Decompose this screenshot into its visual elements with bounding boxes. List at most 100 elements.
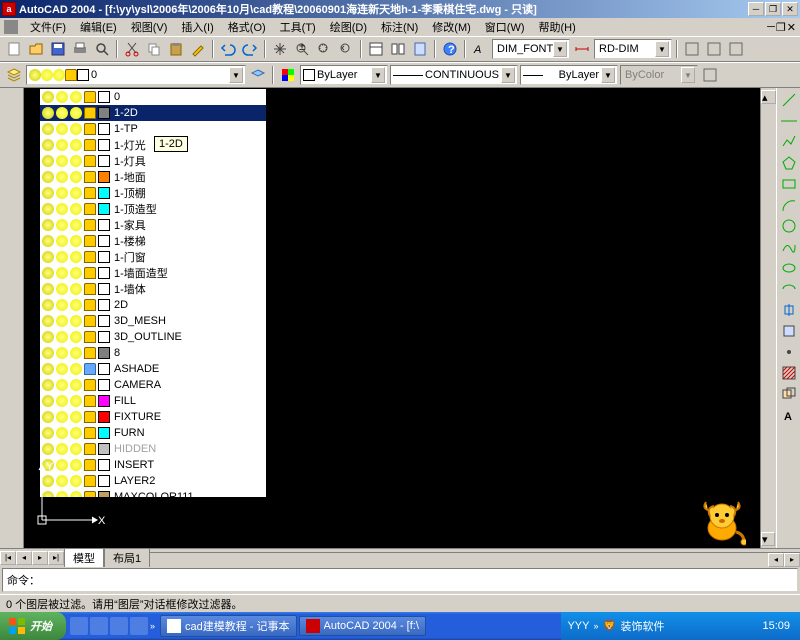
tab-layout1[interactable]: 布局1 xyxy=(104,548,150,567)
vertical-scrollbar[interactable]: ▴ ▾ xyxy=(760,88,776,548)
menu-insert[interactable]: 插入(I) xyxy=(175,17,219,37)
open-button[interactable] xyxy=(26,39,46,59)
dim-style-combo[interactable]: DIM_FONT▼ xyxy=(492,39,570,59)
tray-icon-4[interactable] xyxy=(704,619,718,633)
layer-row[interactable]: FURN xyxy=(40,425,266,441)
chevron-down-icon[interactable]: ▼ xyxy=(655,41,669,57)
tray-icon-6[interactable] xyxy=(740,619,754,633)
layer-row[interactable]: INSERT xyxy=(40,457,266,473)
scroll-up-button[interactable]: ▴ xyxy=(761,90,776,104)
ql-icon-3[interactable] xyxy=(110,617,128,635)
layer-row[interactable]: 3D_OUTLINE xyxy=(40,329,266,345)
spline-tool[interactable] xyxy=(779,237,799,257)
redo-button[interactable] xyxy=(240,39,260,59)
tb-extra3[interactable] xyxy=(726,39,746,59)
region-tool[interactable] xyxy=(779,384,799,404)
line-tool[interactable] xyxy=(779,90,799,110)
menu-window[interactable]: 窗口(W) xyxy=(479,17,531,37)
maximize-button[interactable]: ❐ xyxy=(765,2,781,16)
tool-pal-button[interactable] xyxy=(410,39,430,59)
arc-tool[interactable] xyxy=(779,195,799,215)
cut-button[interactable] xyxy=(122,39,142,59)
layer-row[interactable]: 3D_MESH xyxy=(40,313,266,329)
dim-style-icon[interactable]: A xyxy=(470,39,490,59)
layer-row[interactable]: 0 xyxy=(40,89,266,105)
mdi-sys-icon[interactable] xyxy=(4,20,18,34)
color-combo[interactable]: ByLayer▼ xyxy=(300,65,388,85)
color-button[interactable] xyxy=(278,65,298,85)
layer-row[interactable]: 1-墙面造型 xyxy=(40,265,266,281)
tray-overflow[interactable]: » xyxy=(593,621,598,631)
tray-icon-2[interactable] xyxy=(668,619,682,633)
zoom-win-button[interactable] xyxy=(314,39,334,59)
hscroll-right[interactable]: ▸ xyxy=(784,553,800,567)
chevron-down-icon[interactable]: ▼ xyxy=(601,67,615,83)
layer-row[interactable]: 1-TP xyxy=(40,121,266,137)
ql-icon-4[interactable] xyxy=(130,617,148,635)
menu-dim[interactable]: 标注(N) xyxy=(375,17,424,37)
print-button[interactable] xyxy=(70,39,90,59)
layer-prev-button[interactable] xyxy=(248,65,268,85)
point-tool[interactable] xyxy=(779,342,799,362)
layer-row[interactable]: MAXCOLOR111 xyxy=(40,489,266,498)
lang-indicator[interactable]: YYY xyxy=(567,620,589,632)
hscroll-left[interactable]: ◂ xyxy=(768,553,784,567)
menu-edit[interactable]: 编辑(E) xyxy=(74,17,123,37)
layer-row[interactable]: CAMERA xyxy=(40,377,266,393)
tab-prev-button[interactable]: ◂ xyxy=(16,551,32,565)
close-button[interactable]: ✕ xyxy=(782,2,798,16)
menu-format[interactable]: 格式(O) xyxy=(222,17,272,37)
drawing-canvas[interactable]: 01-2D1-TP1-灯光1-灯具1-地面1-顶棚1-顶造型1-家具1-楼梯1-… xyxy=(24,88,776,548)
lineweight-combo[interactable]: ByLayer▼ xyxy=(520,65,618,85)
circle-tool[interactable] xyxy=(779,216,799,236)
minimize-button[interactable]: ─ xyxy=(748,2,764,16)
tab-first-button[interactable]: |◂ xyxy=(0,551,16,565)
layer-combo[interactable]: 0 ▼ xyxy=(26,65,246,85)
layer-row[interactable]: HIDDEN xyxy=(40,441,266,457)
chevron-down-icon[interactable]: ▼ xyxy=(371,67,385,83)
menu-tools[interactable]: 工具(T) xyxy=(274,17,322,37)
mdi-minimize-button[interactable]: ─ xyxy=(767,21,775,34)
menu-help[interactable]: 帮助(H) xyxy=(533,17,582,37)
scroll-down-button[interactable]: ▾ xyxy=(761,532,775,546)
save-button[interactable] xyxy=(48,39,68,59)
tab-next-button[interactable]: ▸ xyxy=(32,551,48,565)
taskbar-notepad[interactable]: cad建模教程 - 记事本 xyxy=(160,615,297,637)
layer-row[interactable]: FILL xyxy=(40,393,266,409)
ql-overflow[interactable]: » xyxy=(150,621,155,631)
lion-mascot[interactable] xyxy=(698,498,746,546)
pline-tool[interactable] xyxy=(779,132,799,152)
layer-row[interactable]: 1-墙体 xyxy=(40,281,266,297)
clock[interactable]: 15:09 xyxy=(758,620,794,632)
layer-row[interactable]: 1-家具 xyxy=(40,217,266,233)
menu-file[interactable]: 文件(F) xyxy=(24,17,72,37)
ql-icon-1[interactable] xyxy=(70,617,88,635)
prop-button[interactable] xyxy=(366,39,386,59)
ql-icon-2[interactable] xyxy=(90,617,108,635)
layer-dropdown-list[interactable]: 01-2D1-TP1-灯光1-灯具1-地面1-顶棚1-顶造型1-家具1-楼梯1-… xyxy=(39,88,267,498)
poly-tool[interactable] xyxy=(779,153,799,173)
layer-row[interactable]: 1-灯光 xyxy=(40,137,266,153)
mdi-restore-button[interactable]: ❐ xyxy=(776,21,786,34)
zoom-prev-button[interactable] xyxy=(336,39,356,59)
rect-tool[interactable] xyxy=(779,174,799,194)
layer-row[interactable]: 1-地面 xyxy=(40,169,266,185)
dc-button[interactable] xyxy=(388,39,408,59)
copy-button[interactable] xyxy=(144,39,164,59)
chevron-down-icon[interactable]: ▼ xyxy=(501,67,515,83)
menu-modify[interactable]: 修改(M) xyxy=(426,17,477,37)
command-line[interactable]: 命令： xyxy=(2,568,798,592)
layer-row[interactable]: 1-灯具 xyxy=(40,153,266,169)
xline-tool[interactable] xyxy=(779,111,799,131)
start-button[interactable]: 开始 xyxy=(0,612,66,640)
ellarc-tool[interactable] xyxy=(779,279,799,299)
tray-icon-5[interactable] xyxy=(722,619,736,633)
dim-icon[interactable] xyxy=(572,39,592,59)
layer-row[interactable]: ASHADE xyxy=(40,361,266,377)
tray-icon-3[interactable] xyxy=(686,619,700,633)
layer-row[interactable]: 1-楼梯 xyxy=(40,233,266,249)
new-button[interactable] xyxy=(4,39,24,59)
match-button[interactable] xyxy=(188,39,208,59)
layer-row[interactable]: 1-顶造型 xyxy=(40,201,266,217)
chevron-down-icon[interactable]: ▼ xyxy=(553,41,567,57)
